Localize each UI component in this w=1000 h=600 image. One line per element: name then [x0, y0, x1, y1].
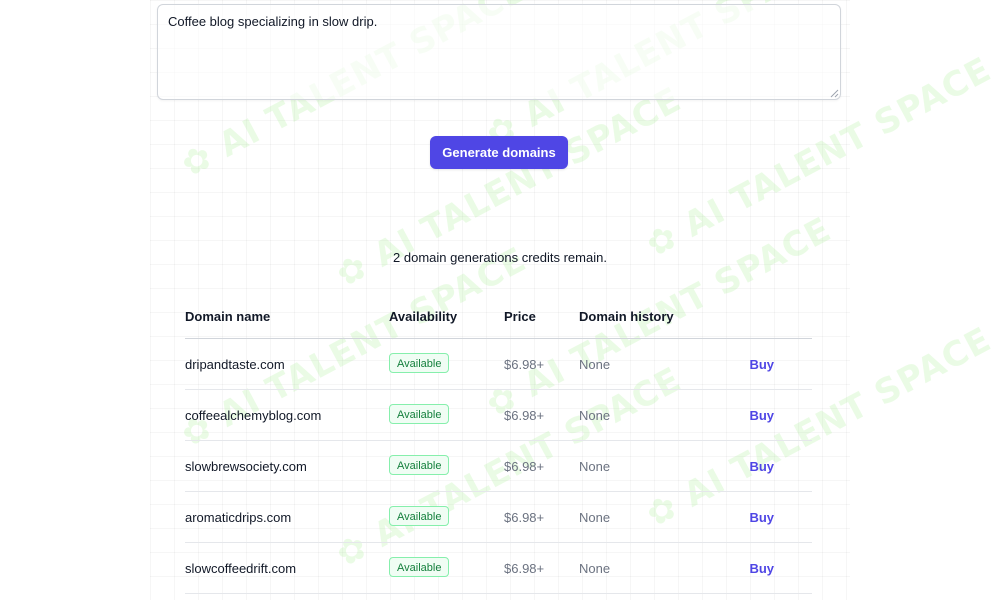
- domain-history-cell: None: [579, 561, 611, 576]
- table-row: slowbrewsociety.com Available $6.98+ Non…: [185, 441, 812, 492]
- price-cell: $6.98+: [504, 408, 545, 423]
- availability-badge: Available: [389, 404, 450, 424]
- availability-badge: Available: [389, 506, 450, 526]
- domain-name-cell: slowcoffeedrift.com: [185, 561, 297, 576]
- domain-history-cell: None: [579, 510, 611, 525]
- price-cell: $6.98+: [504, 357, 545, 372]
- buy-link[interactable]: Buy: [749, 459, 774, 474]
- credits-remaining-text: 2 domain generations credits remain.: [393, 250, 607, 265]
- table-row: coffeealchemyblog.com Available $6.98+ N…: [185, 390, 812, 441]
- domain-name-cell: aromaticdrips.com: [185, 510, 292, 525]
- price-cell: $6.98+: [504, 561, 545, 576]
- domain-name-cell: slowbrewsociety.com: [185, 459, 307, 474]
- resize-grip-icon[interactable]: [829, 88, 839, 98]
- domain-history-cell: None: [579, 357, 611, 372]
- table-header: Domain name Availability Price Domain hi…: [185, 300, 812, 339]
- buy-link[interactable]: Buy: [749, 510, 774, 525]
- domain-name-cell: dripandtaste.com: [185, 357, 285, 372]
- table-row: aromaticdrips.com Available $6.98+ None …: [185, 492, 812, 543]
- domains-table: Domain name Availability Price Domain hi…: [185, 300, 812, 594]
- availability-badge: Available: [389, 353, 450, 373]
- header-price: Price: [504, 309, 536, 324]
- price-cell: $6.98+: [504, 459, 545, 474]
- generate-domains-button[interactable]: Generate domains: [430, 136, 568, 169]
- header-availability: Availability: [389, 309, 458, 324]
- buy-link[interactable]: Buy: [749, 561, 774, 576]
- header-domain-name: Domain name: [185, 309, 271, 324]
- buy-link[interactable]: Buy: [749, 408, 774, 423]
- buy-link[interactable]: Buy: [749, 357, 774, 372]
- table-row: slowcoffeedrift.com Available $6.98+ Non…: [185, 543, 812, 594]
- price-cell: $6.98+: [504, 510, 545, 525]
- availability-badge: Available: [389, 455, 450, 475]
- business-description-input[interactable]: Coffee blog specializing in slow drip.: [157, 4, 841, 100]
- page: ✿ AI TALENT SPACE ✿ AI TALENT SPACE ✿ AI…: [0, 0, 1000, 600]
- header-domain-history: Domain history: [579, 309, 674, 324]
- domain-name-cell: coffeealchemyblog.com: [185, 408, 322, 423]
- domain-history-cell: None: [579, 408, 611, 423]
- domain-history-cell: None: [579, 459, 611, 474]
- table-row: dripandtaste.com Available $6.98+ None B…: [185, 339, 812, 390]
- availability-badge: Available: [389, 557, 450, 577]
